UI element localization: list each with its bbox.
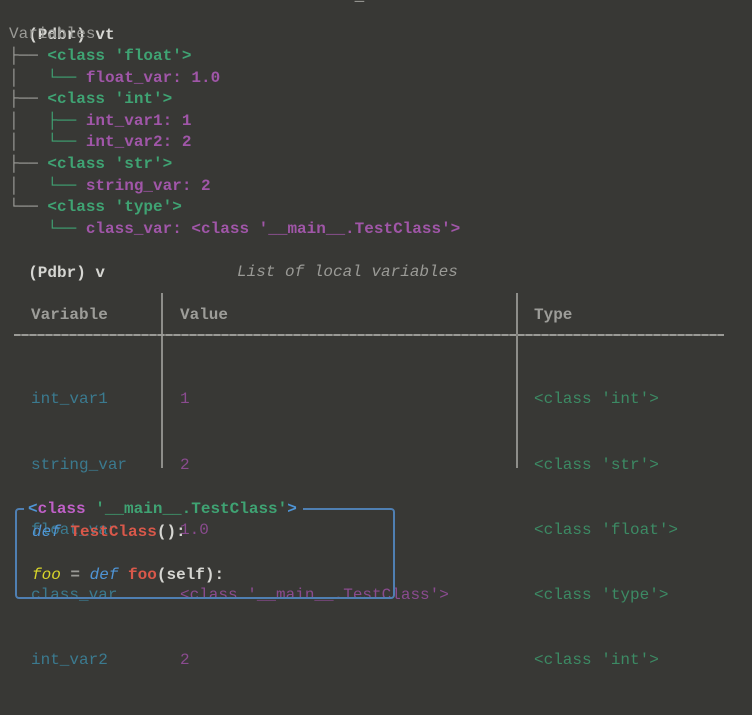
locals-table: Variable Value Type int_var1 string_var … xyxy=(14,293,724,669)
tree-item: │ ├── int_var1: 1 xyxy=(9,112,192,130)
table-cell-type: <class 'type'> xyxy=(534,585,669,604)
tree-item: │ └── int_var2: 2 xyxy=(9,133,192,151)
code-line-class-def: def TestClass(): xyxy=(32,523,186,541)
tree-group: └── <class 'type'> xyxy=(9,198,182,216)
tree-group: ├── <class 'str'> xyxy=(9,155,173,173)
command-text: vt xyxy=(95,26,115,44)
table-cell-value: 1 xyxy=(180,390,190,409)
table-cell-variable: int_var2 xyxy=(31,650,108,669)
table-cell-type: <class 'int'> xyxy=(534,390,659,409)
table-cell-type: <class 'int'> xyxy=(534,650,659,669)
prompt-line-v: (Pdbr) v xyxy=(9,240,105,282)
header-divider xyxy=(14,334,724,336)
table-cell-value: 2 xyxy=(180,455,190,474)
prompt: (Pdbr) xyxy=(28,264,86,282)
table-cell-type: <class 'float'> xyxy=(534,520,679,539)
column-divider xyxy=(516,293,518,468)
tree-group: ├── <class 'float'> xyxy=(9,47,192,65)
table-cell-value: 2 xyxy=(180,650,190,669)
code-line-method: foo = def foo(self): xyxy=(32,566,225,584)
header-variable: Variable xyxy=(31,306,108,324)
tree-item: │ └── float_var: 1.0 xyxy=(9,69,221,87)
prompt-line-vt: (Pdbr) vt xyxy=(9,2,114,44)
tree-group: ├── <class 'int'> xyxy=(9,90,173,108)
table-cell-variable: int_var1 xyxy=(31,390,108,409)
tree-item: └── class_var: <class '__main__.TestClas… xyxy=(47,220,461,238)
table-caption: List of local variables xyxy=(237,263,458,281)
variables-tree-title: Variables xyxy=(9,25,96,43)
tree-item: │ └── string_var: 2 xyxy=(9,177,211,195)
inspect-panel-title: <class '__main__.TestClass'> xyxy=(24,498,303,520)
prompt-line-inspect: (Pdbr) i class_var xyxy=(9,478,201,520)
command-text: v xyxy=(95,264,106,282)
table-cell-variable: string_var xyxy=(31,455,128,474)
header-value: Value xyxy=(180,306,229,324)
header-type: Type xyxy=(534,306,573,324)
table-cell-type: <class 'str'> xyxy=(534,455,659,474)
type-column: <class 'int'> <class 'str'> <class 'floa… xyxy=(534,346,678,715)
column-divider xyxy=(161,293,163,468)
